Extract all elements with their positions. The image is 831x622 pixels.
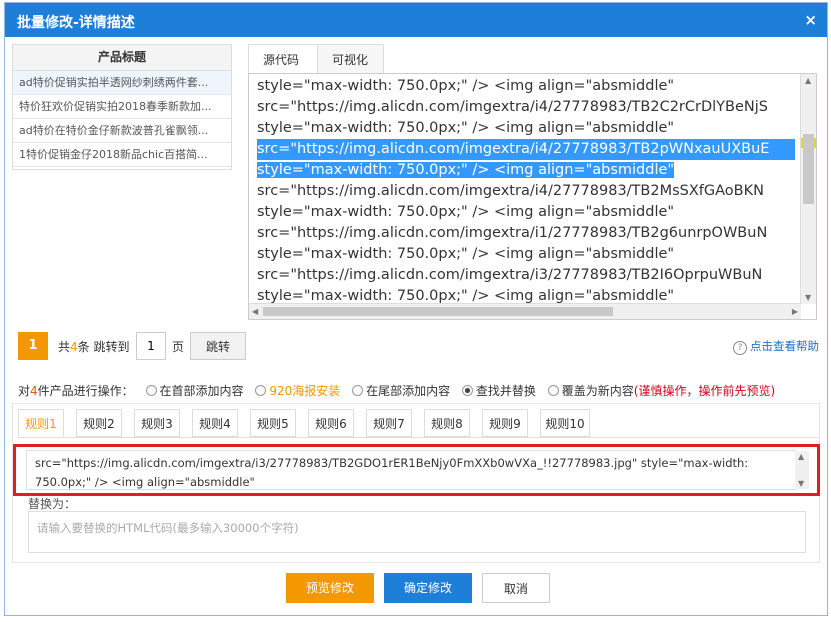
- tab-source-code[interactable]: 源代码: [248, 44, 318, 74]
- tab-rule-5[interactable]: 规则5: [250, 409, 296, 437]
- page-number-input[interactable]: [136, 332, 166, 360]
- help-label: 点击查看帮助: [750, 339, 819, 353]
- product-list: 产品标题 ad特价促销实拍半透网纱刺绣两件套... 特价狂欢价促销实拍2018春…: [12, 44, 232, 170]
- find-text-line: src="https://img.alicdn.com/imgextra/i3/…: [35, 456, 749, 470]
- overwrite-warning: (谨慎操作，操作前先预览): [633, 384, 776, 398]
- horizontal-scrollbar[interactable]: ◀ ▶: [249, 303, 801, 319]
- product-list-item[interactable]: 特价狂欢价促销实拍2018春季新款加...: [13, 95, 231, 119]
- jump-button[interactable]: 跳转: [190, 332, 246, 360]
- replace-label: 替换为：: [28, 497, 77, 511]
- find-highlight-box: src="https://img.alicdn.com/imgextra/i3/…: [13, 444, 820, 496]
- horizontal-scroll-thumb[interactable]: [263, 307, 613, 316]
- ops-suffix: 件产品进行操作：: [37, 384, 134, 398]
- help-link[interactable]: ? 点击查看帮助: [733, 338, 819, 355]
- radio-poster[interactable]: [255, 385, 267, 396]
- total-number: 4: [70, 340, 78, 354]
- code-line-selected: src="https://img.alicdn.com/imgextra/i4/…: [257, 139, 795, 160]
- total-count: 共4条 跳转到: [58, 338, 129, 355]
- editor-tabs: 源代码 可视化: [248, 44, 817, 74]
- option-append-label[interactable]: 在尾部添加内容: [366, 384, 450, 398]
- tab-rule-3[interactable]: 规则3: [134, 409, 180, 437]
- tab-rule-10[interactable]: 规则10: [540, 409, 590, 437]
- option-poster-label[interactable]: 920海报安装: [269, 384, 340, 398]
- cancel-button[interactable]: 取消: [482, 573, 550, 603]
- product-list-item[interactable]: ad特价促销实拍半透网纱刺绣两件套...: [13, 71, 231, 95]
- tab-rule-8[interactable]: 规则8: [424, 409, 470, 437]
- product-list-item[interactable]: 1特价促销金仔2018新品chic百搭简...: [13, 143, 231, 167]
- rule-tabs: 规则1 规则2 规则3 规则4 规则5 规则6 规则7 规则8 规则9 规则10: [18, 409, 818, 438]
- preview-button[interactable]: 预览修改: [286, 573, 374, 603]
- code-line: src="https://img.alicdn.com/imgextra/i3/…: [257, 267, 763, 283]
- code-line: style="max-width: 750.0px;" /> <img alig…: [257, 246, 675, 262]
- find-scrollbar[interactable]: ▲ ▼: [795, 451, 809, 489]
- code-line: style="max-width: 750.0px;" /> <img alig…: [257, 204, 675, 220]
- ops-prefix: 对: [18, 384, 31, 398]
- code-line: src="https://img.alicdn.com/imgextra/i4/…: [257, 99, 768, 115]
- close-icon[interactable]: ×: [804, 11, 817, 29]
- option-find-replace-label[interactable]: 查找并替换: [476, 384, 536, 398]
- tab-rule-9[interactable]: 规则9: [482, 409, 528, 437]
- find-text-line: 750.0px;" /> <img align="absmiddle": [35, 475, 255, 489]
- code-line: src="https://img.alicdn.com/imgextra/i4/…: [257, 183, 764, 199]
- tab-visual[interactable]: 可视化: [318, 44, 384, 74]
- code-line: style="max-width: 750.0px;" /> <img alig…: [257, 120, 675, 136]
- dialog-title: 批量修改-详情描述: [17, 15, 135, 31]
- vertical-scroll-thumb[interactable]: [803, 134, 814, 204]
- code-line-selected: style="max-width: 750.0px;" /> <img alig…: [257, 160, 795, 181]
- scroll-down-icon[interactable]: ▼: [805, 293, 811, 302]
- scroll-left-icon[interactable]: ◀: [252, 307, 258, 316]
- find-textarea[interactable]: src="https://img.alicdn.com/imgextra/i3/…: [26, 450, 796, 490]
- tab-rule-2[interactable]: 规则2: [76, 409, 122, 437]
- total-suffix: 条 跳转到: [77, 340, 130, 354]
- page-unit-label: 页: [172, 340, 185, 354]
- radio-overwrite[interactable]: [547, 385, 559, 396]
- option-prepend-label[interactable]: 在首部添加内容: [160, 384, 244, 398]
- radio-append[interactable]: [352, 385, 364, 396]
- source-code-textarea[interactable]: style="max-width: 750.0px;" /> <img alig…: [248, 73, 817, 320]
- scroll-up-icon[interactable]: ▲: [798, 452, 804, 461]
- scroll-up-icon[interactable]: ▲: [805, 76, 811, 85]
- tab-rule-1[interactable]: 规则1: [18, 409, 64, 437]
- radio-find-replace[interactable]: [461, 385, 473, 396]
- code-line: style="max-width: 750.0px;" /> <img alig…: [257, 78, 675, 94]
- code-line: src="https://img.alicdn.com/imgextra/i1/…: [257, 225, 768, 241]
- product-list-header: 产品标题: [13, 45, 231, 71]
- current-page[interactable]: 1: [18, 332, 48, 360]
- help-icon: ?: [733, 341, 747, 355]
- scroll-right-icon[interactable]: ▶: [792, 307, 798, 316]
- option-overwrite-label[interactable]: 覆盖为新内容: [562, 384, 634, 398]
- total-prefix: 共: [58, 340, 71, 354]
- vertical-scrollbar[interactable]: ▲ ▼: [800, 74, 816, 304]
- code-line-selected-text: style="max-width: 750.0px;" /> <img alig…: [257, 162, 675, 178]
- scroll-down-icon[interactable]: ▼: [798, 479, 804, 488]
- tab-rule-6[interactable]: 规则6: [308, 409, 354, 437]
- radio-prepend[interactable]: [145, 385, 157, 396]
- replace-textarea[interactable]: 请输入要替换的HTML代码(最多输入30000个字符): [28, 511, 806, 553]
- confirm-button[interactable]: 确定修改: [384, 573, 472, 603]
- tab-rule-7[interactable]: 规则7: [366, 409, 412, 437]
- dialog-titlebar: 批量修改-详情描述 ×: [5, 3, 827, 37]
- ops-count: 4: [30, 384, 38, 398]
- tab-rule-4[interactable]: 规则4: [192, 409, 238, 437]
- code-editor-panel: 源代码 可视化 style="max-width: 750.0px;" /> <…: [248, 44, 817, 320]
- product-list-item[interactable]: ad特价在特价金仔新款波普孔雀飘领...: [13, 119, 231, 143]
- operation-options: 对4件产品进行操作： 在首部添加内容 920海报安装 在尾部添加内容 查找并替换…: [18, 382, 775, 399]
